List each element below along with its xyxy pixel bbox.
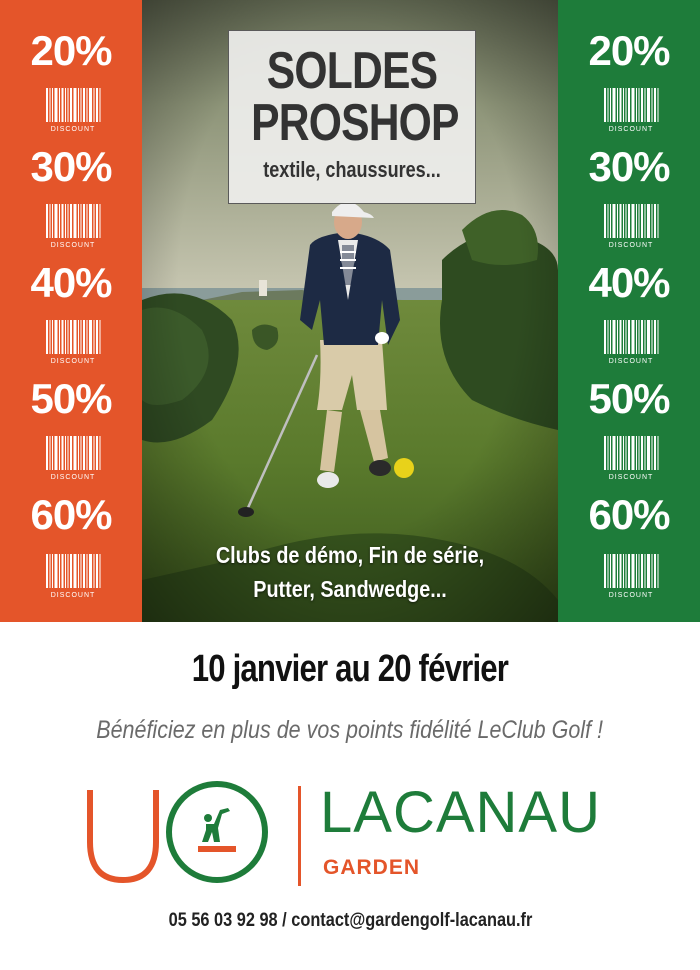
- headline-subtitle: textile, chaussures...: [263, 157, 441, 182]
- headline-proshop: PROSHOP: [251, 94, 459, 152]
- loyalty-benefit: Bénéficiez en plus de vos points fidélit…: [0, 716, 700, 745]
- promo-text: Clubs de démo, Fin de série, Putter, San…: [142, 538, 558, 606]
- headline-box: SOLDES PROSHOP textile, chaussures...: [228, 30, 476, 204]
- discount-40: 40%: [588, 259, 670, 306]
- loyalty-benefit-text: Bénéficiez en plus de vos points fidélit…: [96, 716, 604, 744]
- barcode-icon: DISCOUNT: [604, 554, 659, 599]
- discount-20: 20%: [30, 27, 112, 74]
- contact-info: 05 56 03 92 98 / contact@gardengolf-laca…: [0, 910, 700, 932]
- barcode-label: DISCOUNT: [51, 592, 96, 599]
- logo-u-mark: [87, 790, 159, 884]
- barcode-icon: DISCOUNT: [46, 554, 101, 599]
- lacanau-garden-logo: [87, 781, 301, 886]
- sale-dates: 10 janvier au 20 février: [0, 648, 700, 691]
- golf-ball: [394, 458, 414, 478]
- barcode-label: DISCOUNT: [51, 358, 96, 365]
- barcode-icon: DISCOUNT: [604, 204, 659, 249]
- discount-50: 50%: [30, 375, 112, 422]
- promo-line-1: Clubs de démo, Fin de série,: [215, 542, 485, 568]
- barcode-label: DISCOUNT: [609, 474, 654, 481]
- discount-20: 20%: [588, 27, 670, 74]
- golfer-icon: [198, 808, 236, 852]
- barcode-label: DISCOUNT: [51, 126, 96, 133]
- headline-soldes: SOLDES: [266, 42, 438, 100]
- barcode-label: DISCOUNT: [609, 592, 654, 599]
- logo-subname: GARDEN: [323, 856, 421, 879]
- barcode-label: DISCOUNT: [51, 474, 96, 481]
- left-discount-column: 20% DISCOUNT 30% DISCOUNT 40% DISCOUNT 5…: [0, 0, 142, 622]
- discount-30: 30%: [30, 143, 112, 190]
- logo-name: LACANAU: [320, 780, 601, 845]
- barcode-label: DISCOUNT: [609, 126, 654, 133]
- barcode-icon: DISCOUNT: [46, 88, 101, 133]
- promo-line-2: Putter, Sandwedge...: [253, 576, 447, 602]
- right-discount-column: 20% DISCOUNT 30% DISCOUNT 40% DISCOUNT 5…: [558, 0, 700, 622]
- barcode-label: DISCOUNT: [51, 242, 96, 249]
- barcode-icon: DISCOUNT: [46, 320, 101, 365]
- barcode-icon: DISCOUNT: [604, 88, 659, 133]
- barcode-icon: DISCOUNT: [46, 436, 101, 481]
- sale-dates-text: 10 janvier au 20 février: [191, 648, 509, 690]
- discount-60: 60%: [588, 491, 670, 538]
- discount-50: 50%: [588, 375, 670, 422]
- discount-60: 60%: [30, 491, 112, 538]
- barcode-icon: DISCOUNT: [604, 436, 659, 481]
- logo-divider: [298, 786, 301, 886]
- discount-30: 30%: [588, 143, 670, 190]
- barcode-label: DISCOUNT: [609, 358, 654, 365]
- barcode-icon: DISCOUNT: [46, 204, 101, 249]
- contact-text: 05 56 03 92 98 / contact@gardengolf-laca…: [168, 910, 532, 931]
- barcode-icon: DISCOUNT: [604, 320, 659, 365]
- barcode-label: DISCOUNT: [609, 242, 654, 249]
- discount-40: 40%: [30, 259, 112, 306]
